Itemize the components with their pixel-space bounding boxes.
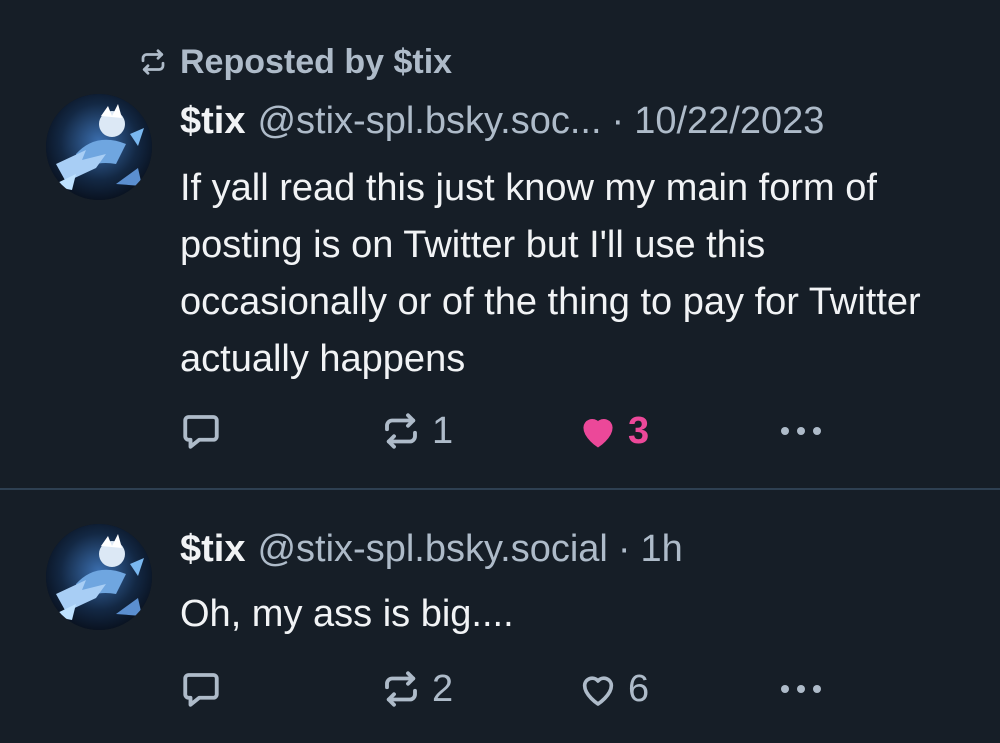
more-icon xyxy=(781,685,821,693)
like-count: 3 xyxy=(628,409,650,452)
repost-button[interactable]: 2 xyxy=(380,664,453,714)
repost-indicator[interactable]: Reposted by $tix xyxy=(138,42,452,82)
feed-post[interactable]: Reposted by $tix $tix @stix-spl.bsky.soc… xyxy=(0,0,1000,488)
repost-button[interactable]: 1 xyxy=(380,406,453,456)
timestamp[interactable]: 10/22/2023 xyxy=(634,100,824,143)
heart-icon xyxy=(583,418,613,448)
avatar[interactable] xyxy=(46,524,152,630)
separator: · xyxy=(611,100,625,142)
repost-count: 2 xyxy=(432,667,454,710)
like-button[interactable]: 6 xyxy=(578,664,649,714)
repost-icon xyxy=(141,49,165,75)
repost-count: 1 xyxy=(432,409,454,452)
post-actions: 2 6 xyxy=(0,664,1000,714)
handle[interactable]: @stix-spl.bsky.social xyxy=(257,528,607,571)
more-options-button[interactable] xyxy=(778,406,824,456)
post-header: $tix @stix-spl.bsky.soc... · 10/22/2023 xyxy=(180,100,824,148)
feed-post[interactable]: $tix @stix-spl.bsky.social · 1h Oh, my a… xyxy=(0,490,1000,743)
reply-icon xyxy=(183,415,219,449)
avatar[interactable] xyxy=(46,94,152,200)
reposted-by-label: Reposted by $tix xyxy=(180,42,453,81)
reply-button[interactable] xyxy=(180,664,222,714)
reply-button[interactable] xyxy=(180,406,222,456)
heart-icon xyxy=(582,676,614,706)
like-count: 6 xyxy=(628,667,650,710)
repost-icon xyxy=(385,671,417,707)
post-actions: 1 3 xyxy=(0,406,1000,456)
post-text: Oh, my ass is big.... xyxy=(180,593,514,635)
like-button[interactable]: 3 xyxy=(578,406,649,456)
post-header: $tix @stix-spl.bsky.social · 1h xyxy=(180,528,683,576)
repost-icon xyxy=(385,413,417,449)
separator: · xyxy=(617,528,631,570)
display-name[interactable]: $tix xyxy=(180,528,245,571)
more-options-button[interactable] xyxy=(778,664,824,714)
reply-icon xyxy=(183,673,219,707)
post-text: If yall read this just know my main form… xyxy=(180,167,921,380)
display-name[interactable]: $tix xyxy=(180,100,245,143)
timestamp[interactable]: 1h xyxy=(641,528,683,571)
feed: Reposted by $tix $tix @stix-spl.bsky.soc… xyxy=(0,0,1000,743)
more-icon xyxy=(781,427,821,435)
handle[interactable]: @stix-spl.bsky.soc... xyxy=(257,100,601,143)
